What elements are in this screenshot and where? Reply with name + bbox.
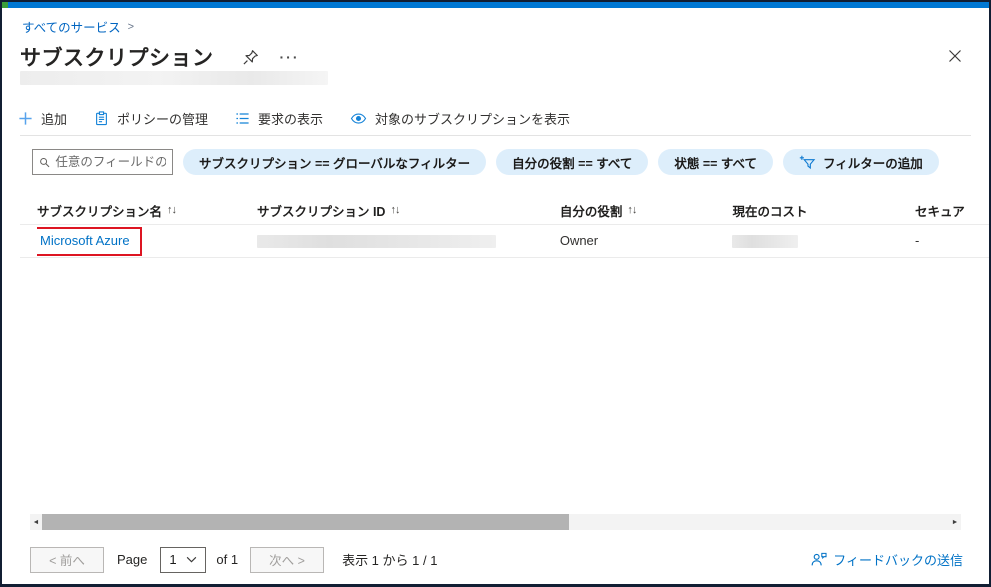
add-button[interactable]: 追加 <box>18 109 67 128</box>
filter-pill-subscription[interactable]: サブスクリプション == グローバルなフィルター <box>183 149 487 175</box>
row-divider <box>20 257 989 258</box>
page-label: Page <box>117 552 148 567</box>
column-header-subscription-id[interactable]: サブスクリプション ID ↑↓ <box>257 201 560 220</box>
pagination-bar: < 前へ Page 1 of 1 次へ > 表示 1 から 1 / 1 <box>30 546 437 573</box>
plus-icon <box>19 111 32 125</box>
search-input[interactable] <box>55 155 166 169</box>
column-header-my-role[interactable]: 自分の役割 ↑↓ <box>560 201 733 220</box>
chevron-down-icon <box>187 556 197 563</box>
close-icon[interactable] <box>947 48 963 64</box>
subscriptions-blade: すべてのサービス > サブスクリプション ··· 追加 ポリシーの管理 要求の表… <box>0 0 991 587</box>
add-filter-icon <box>799 155 816 169</box>
filter-pill-my-role[interactable]: 自分の役割 == すべて <box>496 149 649 175</box>
filter-pill-status[interactable]: 状態 == すべて <box>658 149 774 175</box>
breadcrumb: すべてのサービス > <box>22 17 134 36</box>
add-filter-button[interactable]: フィルターの追加 <box>783 149 939 175</box>
page-count-label: of 1 <box>216 552 239 567</box>
filter-bar: サブスクリプション == グローバルなフィルター 自分の役割 == すべて 状態… <box>32 149 939 175</box>
scroll-left-arrow-icon[interactable]: ◄ <box>30 514 42 530</box>
subscription-link[interactable]: Microsoft Azure <box>40 233 130 248</box>
view-requests-button[interactable]: 要求の表示 <box>235 109 323 128</box>
role-value: Owner <box>559 233 599 248</box>
list-icon <box>236 112 249 124</box>
feedback-icon <box>811 552 827 566</box>
redacted-directory-name <box>20 71 328 85</box>
page-number-select[interactable]: 1 <box>160 546 207 573</box>
secure-score-value: - <box>915 233 920 248</box>
top-bar-notch <box>2 2 8 8</box>
command-bar: 追加 ポリシーの管理 要求の表示 対象のサブスクリプションを表示 <box>18 104 570 132</box>
pin-icon[interactable] <box>242 48 260 66</box>
column-header-secure-score[interactable]: セキュア <box>910 201 989 220</box>
scrollbar-thumb[interactable] <box>42 514 569 530</box>
table-row: Microsoft Azure Owner - <box>37 225 989 257</box>
annotation-highlight-box: Microsoft Azure <box>37 226 142 256</box>
redacted-subscription-id <box>256 234 496 248</box>
search-icon <box>40 157 50 167</box>
column-header-subscription-name[interactable]: サブスクリプション名 ↑↓ <box>37 201 257 220</box>
table-header-row: サブスクリプション名 ↑↓ サブスクリプション ID ↑↓ 自分の役割 ↑↓ 現在のコ… <box>37 196 989 224</box>
manage-policies-button[interactable]: ポリシーの管理 <box>94 109 208 128</box>
show-target-subscriptions-button[interactable]: 対象のサブスクリプションを表示 <box>350 109 570 128</box>
more-options-icon[interactable]: ··· <box>280 49 300 65</box>
horizontal-scrollbar[interactable]: ◄ ► <box>30 514 961 530</box>
breadcrumb-chevron-icon: > <box>127 20 135 33</box>
search-box <box>32 149 173 175</box>
results-summary: 表示 1 から 1 / 1 <box>342 553 438 568</box>
redacted-cost <box>732 234 799 248</box>
sort-icon: ↑↓ <box>627 204 637 216</box>
previous-page-button[interactable]: < 前へ <box>30 546 104 573</box>
column-header-current-cost[interactable]: 現在のコスト <box>732 201 910 220</box>
sort-icon: ↑↓ <box>390 204 400 216</box>
blade-header: サブスクリプション ··· <box>20 42 300 72</box>
portal-top-bar <box>2 2 989 8</box>
page-title: サブスクリプション <box>20 47 214 70</box>
scroll-right-arrow-icon[interactable]: ► <box>949 514 961 530</box>
clipboard-icon <box>96 110 107 125</box>
sort-icon: ↑↓ <box>167 204 177 216</box>
toolbar-divider <box>20 135 971 136</box>
send-feedback-link[interactable]: フィードバックの送信 <box>811 550 963 569</box>
breadcrumb-all-services[interactable]: すべてのサービス <box>22 17 121 36</box>
eye-icon <box>350 112 367 124</box>
next-page-button[interactable]: 次へ > <box>250 546 325 573</box>
